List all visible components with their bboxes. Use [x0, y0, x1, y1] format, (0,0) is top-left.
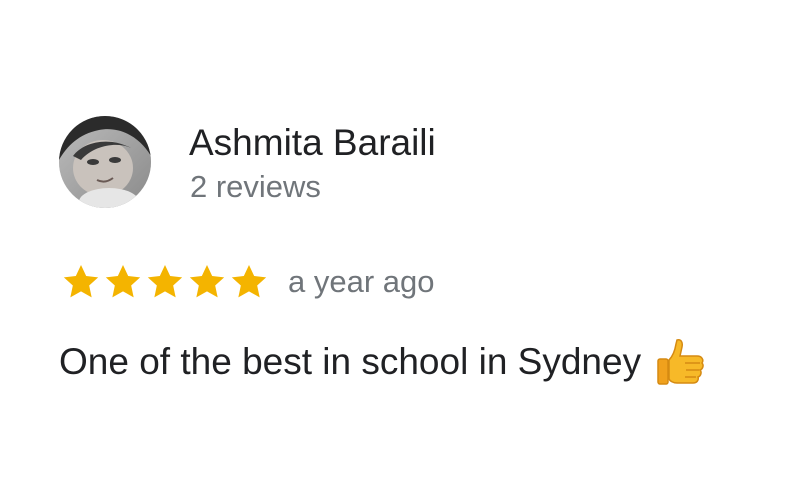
star-icon — [187, 262, 227, 302]
star-rating — [61, 262, 269, 302]
review-body: One of the best in school in Sydney — [59, 336, 707, 388]
star-icon — [229, 262, 269, 302]
review-card: Ashmita Baraili 2 reviews a year ago One… — [0, 0, 803, 504]
star-icon — [145, 262, 185, 302]
review-count[interactable]: 2 reviews — [190, 168, 321, 206]
star-icon — [61, 262, 101, 302]
avatar-photo — [59, 116, 151, 208]
star-icon — [103, 262, 143, 302]
avatar[interactable] — [59, 116, 151, 208]
review-text: One of the best in school in Sydney — [59, 341, 642, 382]
reviewer-name[interactable]: Ashmita Baraili — [189, 121, 436, 165]
review-time: a year ago — [288, 264, 435, 299]
thumbs-up-icon — [655, 336, 707, 388]
